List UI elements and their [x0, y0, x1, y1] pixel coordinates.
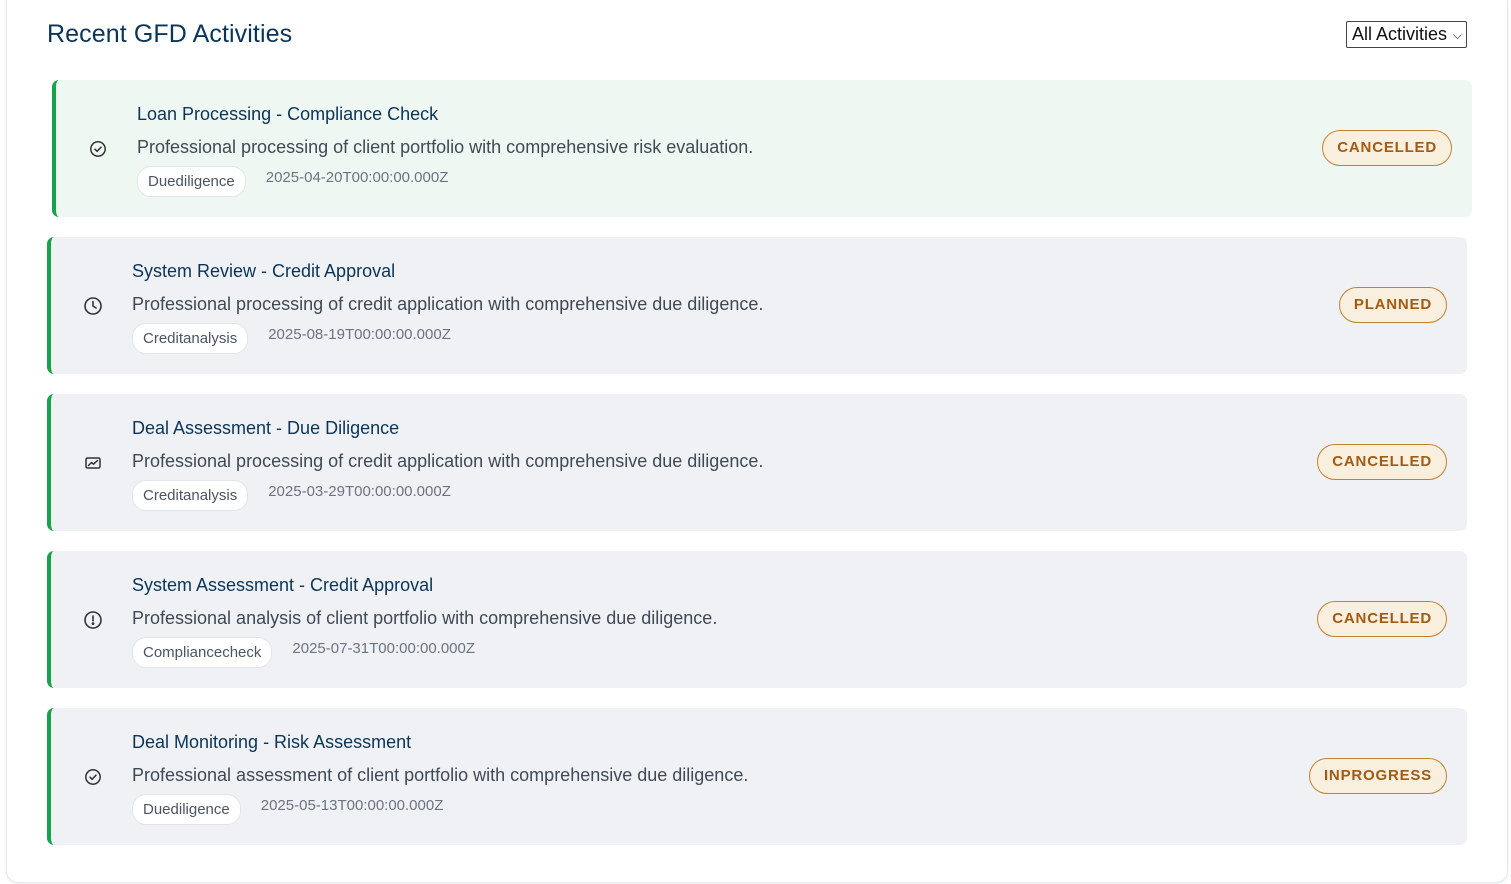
activity-meta: Creditanalysis 2025-08-19T00:00:00.000Z	[132, 322, 451, 354]
activity-meta: Duediligence 2025-04-20T00:00:00.000Z	[137, 165, 448, 197]
activity-timestamp: 2025-03-29T00:00:00.000Z	[268, 482, 451, 500]
activity-meta: Creditanalysis 2025-03-29T00:00:00.000Z	[132, 479, 451, 511]
activity-timestamp: 2025-04-20T00:00:00.000Z	[265, 168, 449, 186]
activity-timestamp: 2025-07-31T00:00:00.000Z	[292, 639, 476, 657]
activity-tag: Creditanalysis	[132, 322, 249, 354]
activity-description: Professional processing of credit applic…	[132, 294, 764, 314]
activity-tag: Creditanalysis	[132, 479, 249, 511]
activity-card[interactable]: System Review - Credit Approval Professi…	[47, 237, 1467, 374]
clock-icon	[83, 296, 103, 316]
activity-title: Loan Processing - Compliance Check	[137, 104, 439, 124]
status-badge: PLANNED	[1338, 287, 1447, 323]
check-circle-icon	[88, 139, 108, 159]
activity-timestamp: 2025-08-19T00:00:00.000Z	[268, 325, 451, 343]
status-badge: CANCELLED	[1322, 130, 1452, 166]
activity-description: Professional processing of credit applic…	[132, 451, 764, 471]
status-badge: CANCELLED	[1317, 601, 1447, 637]
activity-card[interactable]: Loan Processing - Compliance Check Profe…	[52, 80, 1472, 217]
status-badge: CANCELLED	[1317, 444, 1447, 480]
activity-tag: Duediligence	[132, 793, 241, 825]
activity-title: System Assessment - Credit Approval	[132, 575, 434, 595]
activity-description: Professional assessment of client portfo…	[132, 765, 749, 785]
activity-card[interactable]: System Assessment - Credit Approval Prof…	[47, 551, 1467, 688]
check-circle-icon	[83, 767, 103, 787]
status-badge: INPROGRESS	[1308, 758, 1447, 794]
activity-meta: Duediligence 2025-05-13T00:00:00.000Z	[132, 793, 443, 825]
activity-tag: Compliancecheck	[132, 636, 273, 668]
activity-title: Deal Assessment - Due Diligence	[132, 418, 400, 438]
chart-icon	[83, 453, 103, 473]
activity-title: System Review - Credit Approval	[132, 261, 396, 281]
activity-card[interactable]: Deal Monitoring - Risk Assessment Profes…	[47, 708, 1467, 845]
activity-title: Deal Monitoring - Risk Assessment	[132, 732, 412, 752]
activity-tag: Duediligence	[137, 165, 246, 197]
alert-circle-icon	[83, 610, 103, 630]
activity-card[interactable]: Deal Assessment - Due Diligence Professi…	[47, 394, 1467, 531]
activity-description: Professional processing of client portfo…	[137, 137, 754, 157]
activity-list: Loan Processing - Compliance Check Profe…	[0, 0, 1511, 884]
activity-meta: Compliancecheck 2025-07-31T00:00:00.000Z	[132, 636, 475, 668]
activity-timestamp: 2025-05-13T00:00:00.000Z	[260, 796, 444, 814]
activity-description: Professional analysis of client portfoli…	[132, 608, 718, 628]
